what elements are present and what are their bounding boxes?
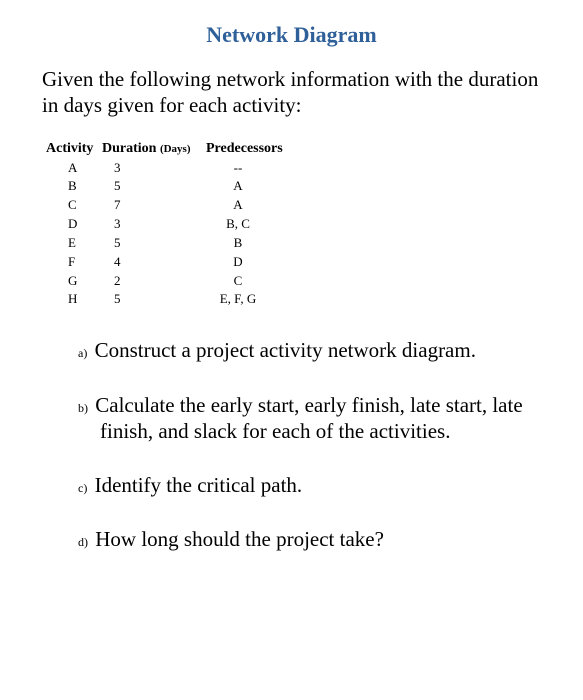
cell-activity: F bbox=[46, 253, 90, 272]
cell-predecessors: A bbox=[198, 177, 278, 196]
cell-predecessors: B bbox=[198, 234, 278, 253]
question-item: c) Identify the critical path. bbox=[100, 472, 541, 498]
cell-duration: 3 bbox=[90, 159, 198, 178]
cell-predecessors: -- bbox=[198, 159, 278, 178]
cell-predecessors: C bbox=[198, 272, 278, 291]
header-activity: Activity bbox=[46, 141, 102, 157]
question-item: b) Calculate the early start, early fini… bbox=[100, 392, 541, 445]
question-item: d) How long should the project take? bbox=[100, 526, 541, 552]
question-label: a) bbox=[78, 346, 87, 360]
header-predecessors: Predecessors bbox=[206, 141, 283, 157]
questions-list: a) Construct a project activity network … bbox=[42, 337, 541, 552]
cell-predecessors: A bbox=[198, 196, 278, 215]
table-row: B5A bbox=[46, 177, 541, 196]
question-text: How long should the project take? bbox=[90, 527, 384, 551]
cell-duration: 5 bbox=[90, 177, 198, 196]
cell-duration: 2 bbox=[90, 272, 198, 291]
cell-duration: 5 bbox=[90, 234, 198, 253]
intro-text: Given the following network information … bbox=[42, 66, 541, 119]
cell-activity: D bbox=[46, 215, 90, 234]
cell-predecessors: E, F, G bbox=[198, 290, 278, 309]
table-header-row: Activity Duration (Days) Predecessors bbox=[46, 141, 541, 157]
header-duration-unit: (Days) bbox=[160, 143, 191, 155]
page-title: Network Diagram bbox=[42, 22, 541, 48]
header-duration-text: Duration bbox=[102, 141, 156, 156]
table-row: G2C bbox=[46, 272, 541, 291]
question-text: Calculate the early start, early finish,… bbox=[90, 393, 523, 443]
activity-table: Activity Duration (Days) Predecessors A3… bbox=[46, 141, 541, 310]
table-row: H5E, F, G bbox=[46, 290, 541, 309]
cell-activity: G bbox=[46, 272, 90, 291]
table-row: C7A bbox=[46, 196, 541, 215]
cell-duration: 7 bbox=[90, 196, 198, 215]
question-text: Identify the critical path. bbox=[89, 473, 302, 497]
table-row: E5B bbox=[46, 234, 541, 253]
question-label: b) bbox=[78, 401, 88, 415]
question-text: Construct a project activity network dia… bbox=[89, 338, 476, 362]
table-row: D3B, C bbox=[46, 215, 541, 234]
question-item: a) Construct a project activity network … bbox=[100, 337, 541, 363]
cell-predecessors: D bbox=[198, 253, 278, 272]
table-row: A3-- bbox=[46, 159, 541, 178]
cell-duration: 4 bbox=[90, 253, 198, 272]
question-label: d) bbox=[78, 535, 88, 549]
cell-activity: B bbox=[46, 177, 90, 196]
header-duration: Duration (Days) bbox=[102, 141, 206, 157]
cell-activity: H bbox=[46, 290, 90, 309]
cell-duration: 3 bbox=[90, 215, 198, 234]
table-row: F4D bbox=[46, 253, 541, 272]
table-body: A3--B5AC7AD3B, CE5BF4DG2CH5E, F, G bbox=[46, 159, 541, 310]
cell-duration: 5 bbox=[90, 290, 198, 309]
question-label: c) bbox=[78, 481, 87, 495]
cell-activity: A bbox=[46, 159, 90, 178]
cell-activity: E bbox=[46, 234, 90, 253]
cell-activity: C bbox=[46, 196, 90, 215]
cell-predecessors: B, C bbox=[198, 215, 278, 234]
